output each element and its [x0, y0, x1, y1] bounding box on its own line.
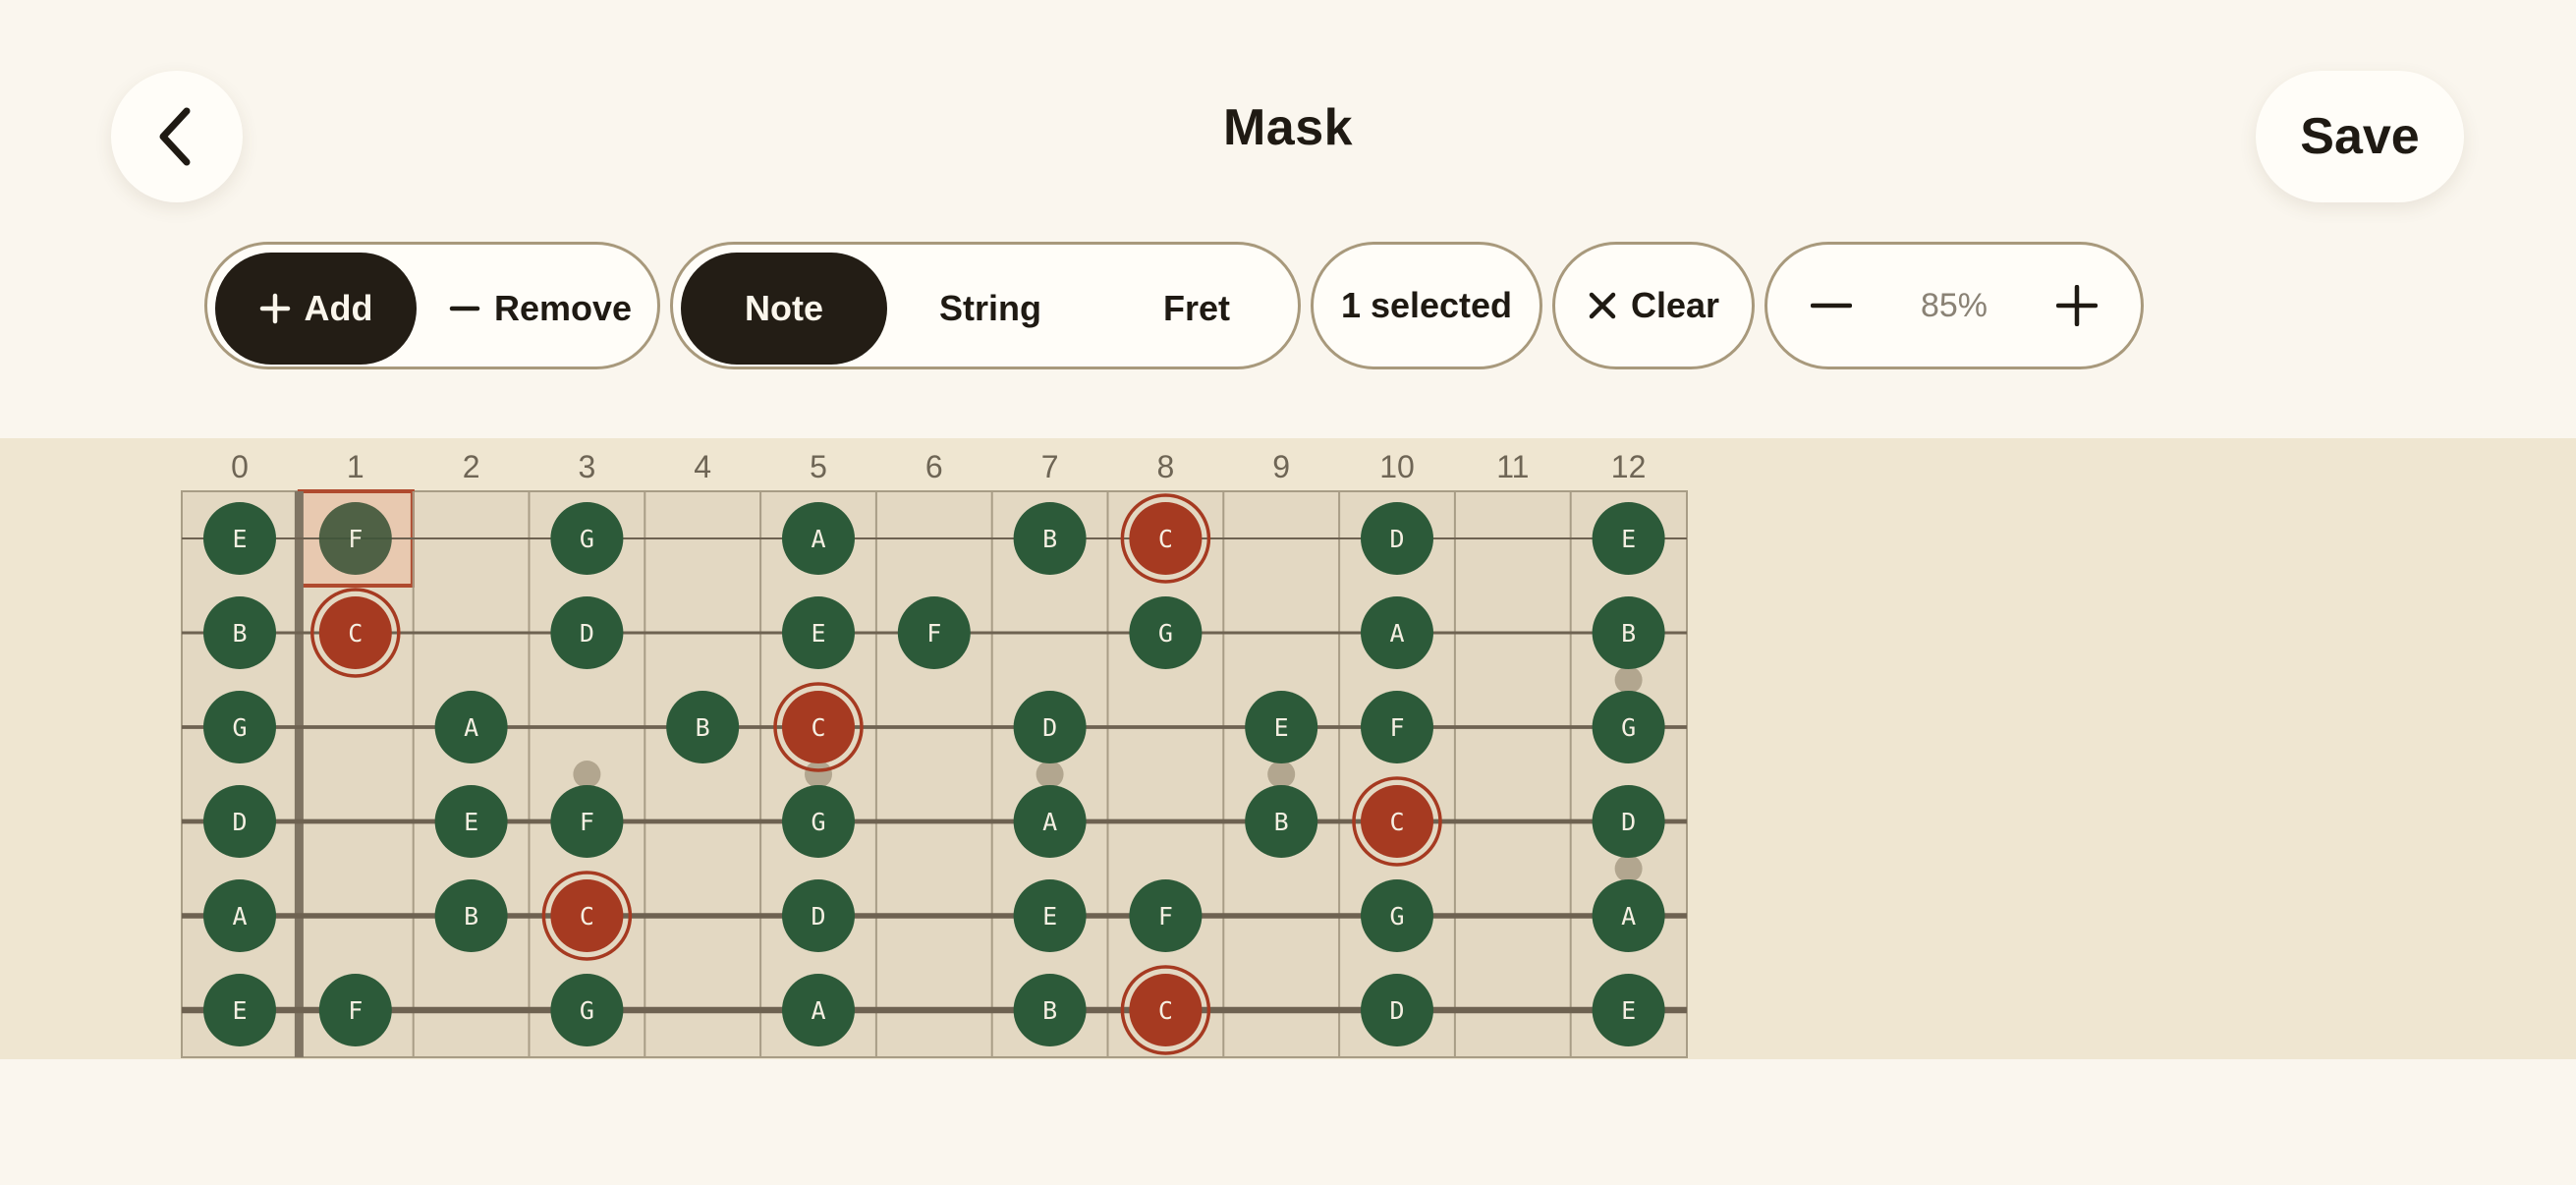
note-label: C — [1158, 525, 1173, 553]
note-label: E — [1621, 525, 1636, 553]
note-label: E — [232, 525, 247, 553]
fret-number: 6 — [925, 449, 943, 484]
top-bar: Mask Save Add Remove Note String Fret 1 … — [0, 0, 2576, 438]
note-label: F — [1158, 902, 1173, 931]
fret-number: 4 — [694, 449, 711, 484]
zoom-in-button[interactable] — [2021, 250, 2133, 362]
add-mode-button[interactable]: Add — [215, 253, 417, 365]
inlay-dot — [1036, 761, 1064, 788]
inlay-dot — [573, 761, 601, 788]
note-label: A — [232, 902, 247, 931]
minus-icon — [1811, 285, 1852, 326]
fret-number: 3 — [579, 449, 596, 484]
note-label: A — [1389, 619, 1404, 648]
note-label: A — [811, 525, 825, 553]
inlay-dot — [1614, 666, 1643, 694]
tab-fret[interactable]: Fret — [1093, 253, 1300, 365]
note-label: F — [580, 808, 594, 836]
note-label: F — [348, 525, 363, 553]
selection-mode-toggle: Note String Fret — [670, 242, 1301, 369]
plus-icon — [259, 293, 291, 324]
note-label: A — [464, 713, 478, 742]
zoom-out-button[interactable] — [1775, 250, 1887, 362]
selection-count-pill[interactable]: 1 selected — [1311, 242, 1542, 369]
inlay-dot — [1267, 761, 1296, 788]
note-label: B — [696, 713, 710, 742]
note-label: C — [1389, 808, 1404, 836]
fretboard-area: 0 1 2 3 4 5 6 7 8 9 10 11 12 E F G A B C D E B C D E F G A B G A B C D E F G… — [0, 438, 2576, 1059]
clear-button[interactable]: Clear — [1552, 242, 1755, 369]
fret-number: 12 — [1611, 449, 1647, 484]
inlay-dot — [805, 761, 832, 788]
note-label: E — [811, 619, 825, 648]
note-label: G — [580, 996, 594, 1025]
fretboard: 0 1 2 3 4 5 6 7 8 9 10 11 12E F G A B C D EB C D E F G A BG A B C D E F G… — [181, 449, 1688, 1058]
note-label: B — [1621, 619, 1636, 648]
fret-number: 2 — [463, 449, 480, 484]
note-label: D — [1389, 996, 1404, 1025]
tab-string[interactable]: String — [887, 253, 1093, 365]
tab-note[interactable]: Note — [681, 253, 887, 365]
note-label: B — [232, 619, 247, 648]
note-label: E — [1274, 713, 1289, 742]
note-label: D — [1621, 808, 1636, 836]
note-label: B — [1042, 525, 1057, 553]
zoom-level: 85% — [1920, 286, 1988, 324]
note-label: A — [811, 996, 825, 1025]
add-mode-label: Add — [304, 288, 373, 328]
note-label: G — [232, 713, 247, 742]
note-label: G — [1621, 713, 1636, 742]
clear-button-content: Clear — [1555, 250, 1752, 362]
note-label: B — [1042, 996, 1057, 1025]
note-label: B — [464, 902, 478, 931]
remove-mode-button[interactable]: Remove — [425, 253, 655, 365]
note-label: C — [580, 902, 594, 931]
note-label: F — [348, 996, 363, 1025]
note-label: A — [1042, 808, 1057, 836]
note-label: C — [348, 619, 363, 648]
zoom-control: 85% — [1764, 242, 2144, 369]
fret-number: 7 — [1041, 449, 1059, 484]
note-label: G — [580, 525, 594, 553]
note-label: E — [1042, 902, 1057, 931]
fret-number: 10 — [1379, 449, 1415, 484]
note-label: E — [232, 996, 247, 1025]
nut — [294, 491, 304, 1057]
fret-number: 0 — [231, 449, 249, 484]
clear-label: Clear — [1630, 285, 1720, 325]
selection-count-label: 1 selected — [1340, 285, 1513, 325]
add-remove-toggle: Add Remove — [204, 242, 660, 369]
fret-number: 1 — [347, 449, 364, 484]
note-label: D — [580, 619, 594, 648]
note-label: F — [1389, 713, 1404, 742]
note-label: G — [811, 808, 825, 836]
page-title: Mask — [1222, 99, 1354, 156]
fret-number: 8 — [1157, 449, 1175, 484]
note-label: G — [1158, 619, 1173, 648]
note-label: B — [1274, 808, 1289, 836]
note-label: D — [1042, 713, 1057, 742]
note-label: A — [1621, 902, 1636, 931]
minus-icon — [449, 293, 480, 324]
note-label: D — [811, 902, 825, 931]
inlay-dot — [1614, 855, 1643, 882]
note-label: C — [1158, 996, 1173, 1025]
plus-icon — [2056, 285, 2098, 326]
remove-mode-label: Remove — [493, 288, 633, 328]
note-label: D — [232, 808, 247, 836]
fret-number: 11 — [1496, 449, 1529, 484]
fret-number: 5 — [810, 449, 827, 484]
fret-number: 9 — [1272, 449, 1290, 484]
close-icon — [1588, 291, 1617, 320]
note-label: F — [926, 619, 941, 648]
note-label: C — [811, 713, 825, 742]
note-label: E — [1621, 996, 1636, 1025]
save-button[interactable]: Save — [2256, 71, 2464, 202]
note-label: G — [1389, 902, 1404, 931]
note-label: D — [1389, 525, 1404, 553]
note-label: E — [464, 808, 478, 836]
